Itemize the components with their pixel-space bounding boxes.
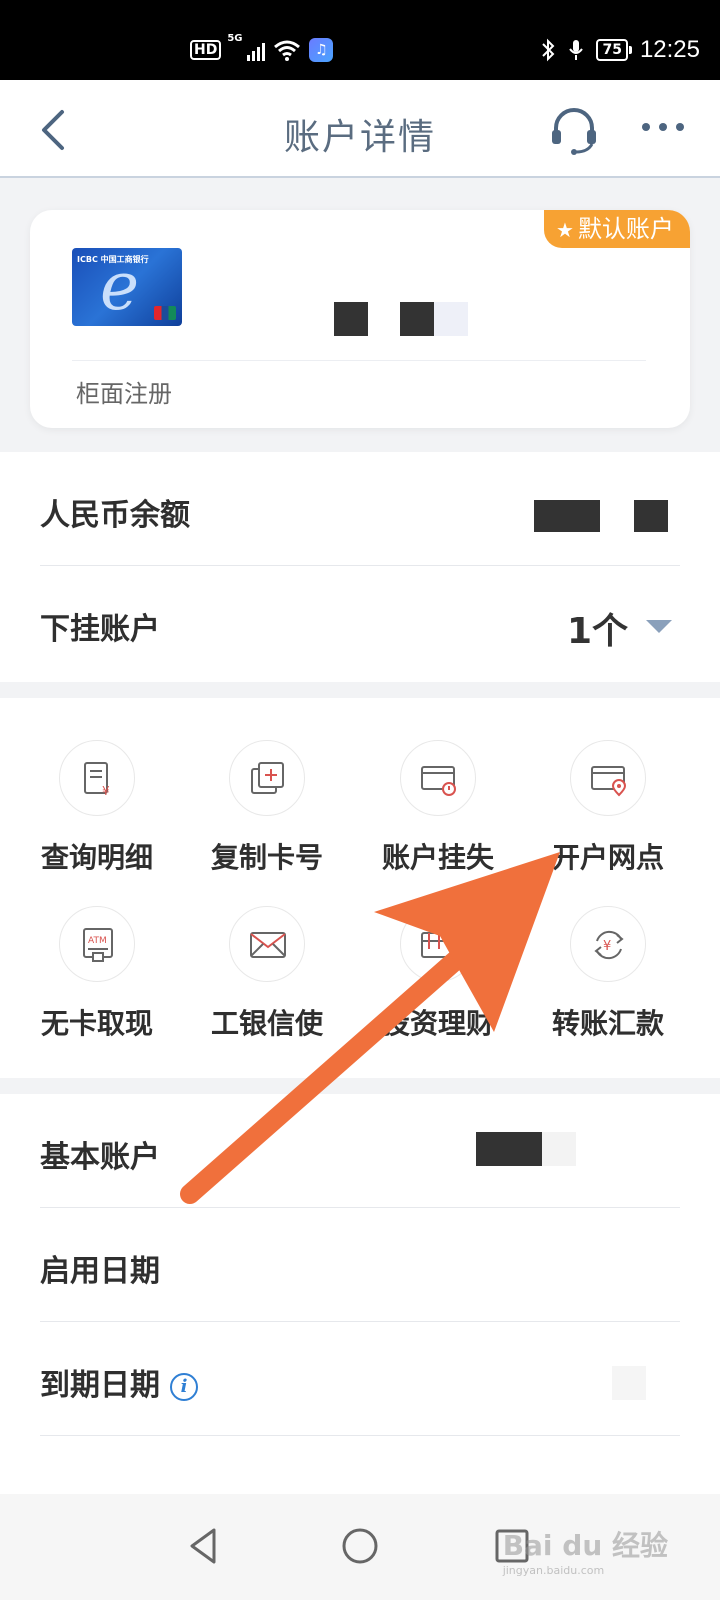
expiry-date-row-label: 到期日期 i — [40, 1360, 198, 1404]
watermark-sub: jingyan.baidu.com — [502, 1564, 605, 1577]
account-card[interactable]: ★ 默认账户 ICBC 中国工商银行 e 柜面注册 — [30, 210, 690, 428]
header-bar: 账户详情 — [0, 80, 720, 178]
basic-account-row: 基本账户 — [40, 1094, 680, 1208]
watermark-text: Bai du 经验 — [502, 1529, 668, 1562]
status-right: 75 12:25 — [540, 36, 700, 64]
action-query-details[interactable]: ¥ 查询明细 — [22, 740, 172, 890]
card-location-icon — [570, 740, 646, 816]
divider — [40, 1435, 680, 1436]
statement-yuan-icon: ¥ — [59, 740, 135, 816]
action-opening-branch[interactable]: 开户网点 — [533, 740, 683, 890]
page-title: 账户详情 — [283, 117, 436, 158]
redacted-block — [634, 500, 668, 532]
expiry-date-row: 到期日期 i — [40, 1322, 680, 1436]
watermark: Bai du 经验 jingyan.baidu.com — [503, 1524, 668, 1577]
redacted-block — [612, 1366, 646, 1400]
default-account-badge: ★ 默认账户 — [544, 210, 690, 248]
more-dots-icon[interactable] — [640, 120, 686, 134]
info-icon[interactable]: i — [170, 1373, 198, 1401]
details-section: 基本账户 启用日期 到期日期 i — [0, 1094, 720, 1494]
action-label: 工银信使 — [210, 1007, 323, 1040]
redacted-block — [476, 1132, 542, 1166]
redacted-block — [534, 500, 600, 532]
expiry-date-label: 到期日期 — [40, 1368, 160, 1403]
back-triangle-icon[interactable] — [182, 1524, 226, 1568]
action-transfer[interactable]: ¥ 转账汇款 — [533, 906, 683, 1056]
registration-type: 柜面注册 — [76, 380, 172, 408]
action-investment[interactable]: 投资理财 — [363, 906, 513, 1056]
status-left: HD 5G ♫ — [190, 33, 334, 62]
wifi-icon — [274, 40, 301, 61]
balance-row: 人民币余额 — [40, 452, 680, 566]
microphone-icon — [569, 40, 584, 60]
unionpay-icon — [154, 306, 176, 320]
redacted-block — [400, 302, 434, 336]
envelope-icon — [229, 906, 305, 982]
action-label: 无卡取现 — [40, 1007, 153, 1040]
copy-card-icon — [229, 740, 305, 816]
hd-indicator: HD — [190, 40, 222, 60]
star-icon: ★ — [556, 218, 574, 242]
redacted-block — [434, 302, 468, 336]
action-report-loss[interactable]: 账户挂失 — [363, 740, 513, 890]
sub-accounts-count: 1个 — [566, 611, 628, 652]
action-label: 查询明细 — [40, 841, 153, 874]
sub-accounts-label: 下挂账户 — [40, 612, 160, 647]
default-badge-label: 默认账户 — [577, 215, 674, 243]
action-label: 账户挂失 — [381, 841, 494, 874]
sub-accounts-row[interactable]: 下挂账户 1个 — [40, 566, 680, 680]
action-copy-card-number[interactable]: 复制卡号 — [192, 740, 342, 890]
bluetooth-icon — [542, 38, 555, 62]
action-label: 开户网点 — [551, 841, 664, 874]
clock: 12:25 — [639, 36, 700, 63]
finance-icon — [400, 906, 476, 982]
start-date-row: 启用日期 — [40, 1208, 680, 1322]
headset-icon[interactable] — [548, 104, 600, 156]
bank-card-image: ICBC 中国工商银行 e — [72, 248, 182, 326]
action-cardless-withdrawal[interactable]: ATM 无卡取现 — [22, 906, 172, 1056]
action-label: 投资理财 — [381, 1007, 494, 1040]
e-logo-icon: e — [100, 248, 140, 325]
action-label: 转账汇款 — [551, 1007, 664, 1040]
balance-section: 人民币余额 下挂账户 1个 — [0, 452, 720, 682]
basic-account-label: 基本账户 — [40, 1140, 160, 1175]
action-label: 复制卡号 — [210, 841, 323, 874]
status-bar: HD 5G ♫ 75 12:25 — [0, 0, 720, 80]
svg-text:¥: ¥ — [603, 939, 611, 954]
dropdown-arrow-icon[interactable] — [646, 620, 672, 633]
action-grid: ¥ 查询明细 复制卡号 账户挂失 开户网点 ATM 无卡取现 工银信使 投资理财… — [0, 698, 720, 1078]
redacted-block — [542, 1132, 576, 1166]
svg-text:¥: ¥ — [102, 784, 110, 798]
battery-icon: 75 — [596, 39, 633, 61]
system-nav-bar: Bai du 经验 jingyan.baidu.com — [0, 1494, 720, 1600]
cell-signal-icon: 5G — [227, 33, 266, 61]
atm-icon: ATM — [59, 906, 135, 982]
action-icbc-messenger[interactable]: 工银信使 — [192, 906, 342, 1056]
redacted-block — [334, 302, 368, 336]
card-alert-icon — [400, 740, 476, 816]
balance-label: 人民币余额 — [40, 498, 190, 533]
transfer-yuan-icon: ¥ — [570, 906, 646, 982]
start-date-label: 启用日期 — [40, 1254, 160, 1289]
svg-text:ATM: ATM — [88, 936, 107, 946]
divider — [72, 360, 646, 361]
music-app-icon: ♫ — [309, 38, 334, 62]
home-circle-icon[interactable] — [338, 1524, 382, 1568]
network-type: 5G — [227, 33, 243, 44]
